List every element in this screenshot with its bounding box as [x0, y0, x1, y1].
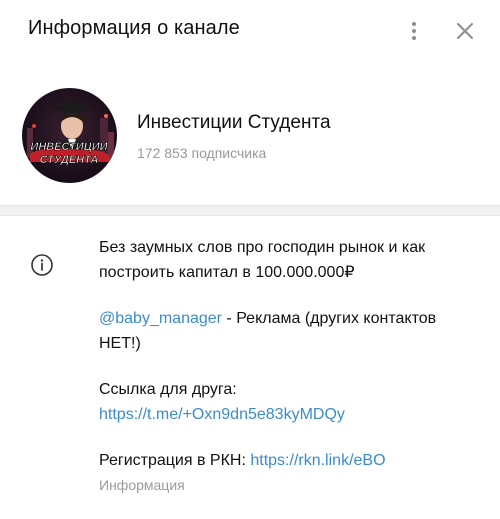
channel-avatar[interactable]: ИНВЕСТИЦИИ СТУДЕНТА	[22, 88, 117, 183]
channel-name: Инвестиции Студента	[137, 112, 331, 133]
ad-mention-link[interactable]: @baby_manager	[99, 310, 222, 327]
friend-link[interactable]: https://t.me/+Oxn9dn5e83kyMDQy	[99, 406, 345, 423]
close-button[interactable]	[452, 18, 478, 44]
info-section: Без заумных слов про господин рынок и ка…	[0, 216, 500, 519]
avatar-image: ИНВЕСТИЦИИ СТУДЕНТА	[22, 88, 117, 183]
more-vertical-icon-dot	[412, 29, 416, 33]
more-menu-button[interactable]	[400, 17, 428, 45]
dialog-title: Информация о канале	[28, 17, 240, 39]
avatar-text-line2: СТУДЕНТА	[40, 154, 99, 166]
info-icon	[31, 254, 53, 276]
description-text: Без заумных слов про господин рынок и ка…	[99, 239, 426, 281]
rkn-label: Регистрация в РКН:	[99, 452, 251, 469]
ad-line: @baby_manager - Реклама (других контакто…	[99, 307, 479, 356]
channel-description: Без заумных слов про господин рынок и ка…	[99, 236, 479, 496]
more-vertical-icon-dot	[412, 36, 416, 40]
subscriber-count: 172 853 подписчика	[137, 145, 267, 161]
rkn-link[interactable]: https://rkn.link/eBO	[250, 452, 385, 469]
channel-profile: ИНВЕСТИЦИИ СТУДЕНТА Инвестиции Студента …	[0, 64, 500, 204]
close-icon	[457, 23, 473, 39]
rkn-line: Регистрация в РКН: https://rkn.link/eBO	[99, 449, 479, 474]
friend-label: Ссылка для друга:	[99, 381, 237, 398]
more-vertical-icon	[412, 22, 416, 26]
dialog-header: Информация о канале	[0, 0, 500, 64]
avatar-text-line1: ИНВЕСТИЦИИ	[30, 141, 108, 153]
section-divider	[0, 205, 500, 216]
info-caption: Информация	[99, 476, 185, 493]
